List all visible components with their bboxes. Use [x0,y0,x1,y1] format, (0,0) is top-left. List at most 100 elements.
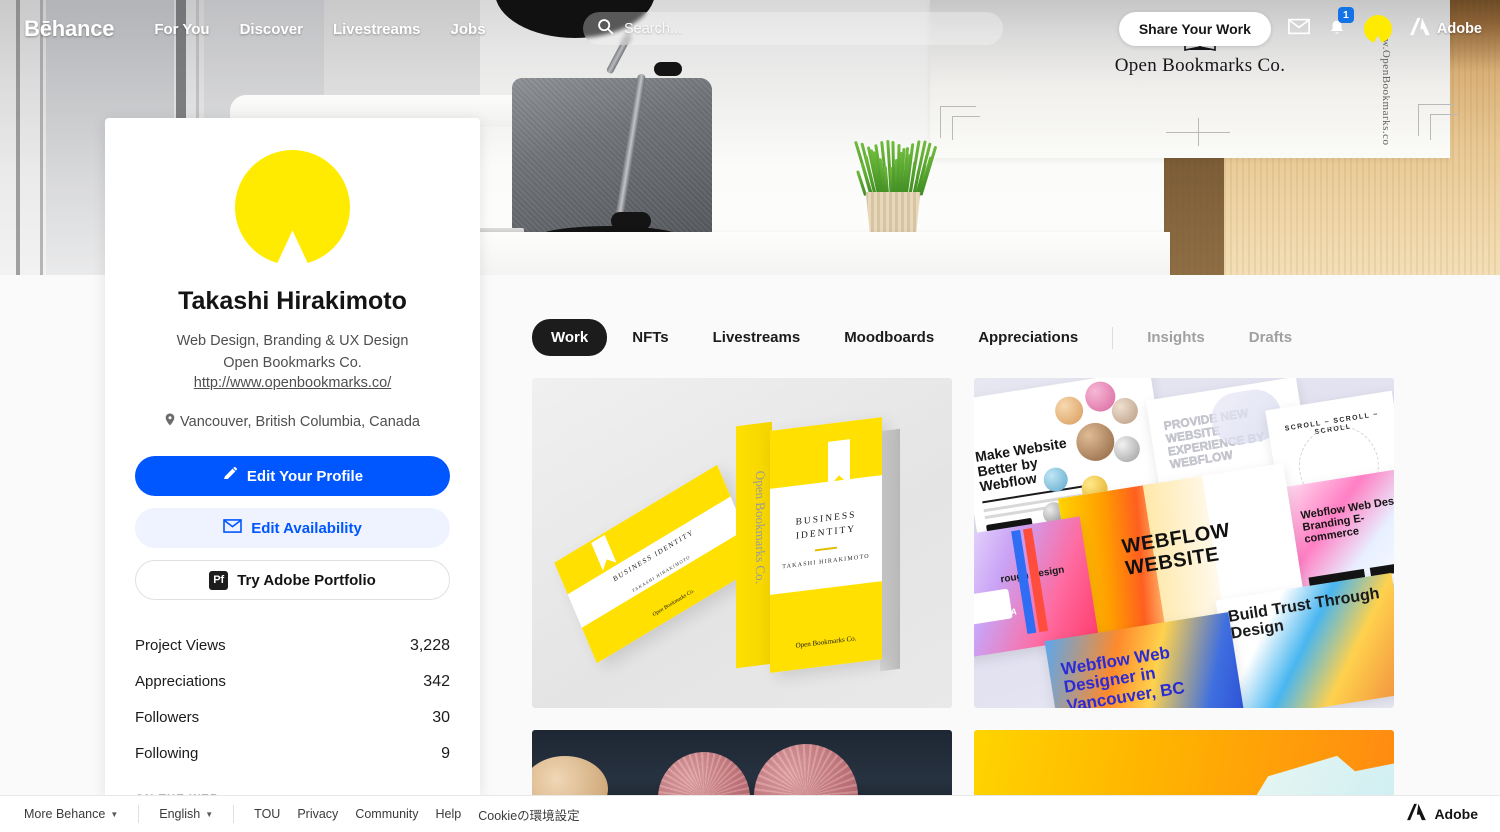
footer-language-selector[interactable]: English ▼ [159,807,213,821]
footer-link-privacy[interactable]: Privacy [297,807,338,821]
tab-work[interactable]: Work [532,319,608,356]
stat-value: 342 [423,673,450,690]
search-placeholder: Search... [624,20,683,37]
profile-action-buttons: Edit Your Profile Edit Availability Pf T… [105,456,480,600]
behance-logo[interactable]: Bēhance [24,16,115,42]
profile-company: Open Bookmarks Co. [223,355,362,371]
tab-moodboards[interactable]: Moodboards [825,319,953,356]
user-avatar[interactable] [1363,15,1392,43]
book-cover-author: TAKASHI HIRAKIMOTO [782,553,870,571]
notifications-button[interactable]: 1 [1327,6,1354,42]
adobe-footer-label: Adobe [1434,806,1478,822]
footer-divider [233,805,235,823]
pf-icon: Pf [209,570,229,590]
banner-acoustic-board [512,78,712,233]
edit-profile-label: Edit Your Profile [246,467,364,485]
banner-desk-surface [470,232,1170,275]
book-page-edge [880,428,900,672]
footer-link-tou[interactable]: TOU [254,807,280,821]
page-footer: More Behance ▼ English ▼ TOU Privacy Com… [0,795,1500,832]
collage-text-visa: VISA [995,606,1018,620]
nav-link-livestreams[interactable]: Livestreams [333,21,421,38]
edit-availability-label: Edit Availability [251,519,362,537]
profile-website-link[interactable]: http://www.openbookmarks.co/ [105,375,480,391]
banner-corner-mark [952,116,980,140]
try-portfolio-label: Try Adobe Portfolio [237,571,376,589]
tab-drafts[interactable]: Drafts [1230,319,1311,356]
tab-nfts[interactable]: NFTs [613,319,687,356]
nav-link-jobs[interactable]: Jobs [451,21,486,38]
project-card-business-identity[interactable]: BUSINESS IDENTITY TAKASHI HIRAKIMOTO Ope… [532,378,952,708]
banner-crosshair-mark [1166,118,1230,146]
language-label: English [159,807,201,821]
adobe-label: Adobe [1436,21,1482,37]
edit-your-profile-button[interactable]: Edit Your Profile [135,456,450,496]
stat-label: Appreciations [135,673,226,690]
book-lying-mockup: BUSINESS IDENTITY TAKASHI HIRAKIMOTO Ope… [554,464,760,664]
adobe-link[interactable]: Adobe [1409,17,1482,41]
chevron-down-icon: ▼ [205,809,214,819]
stat-value: 9 [441,745,450,762]
footer-more-behance[interactable]: More Behance ▼ [24,807,118,821]
profile-tabs: Work NFTs Livestreams Moodboards Appreci… [480,275,1500,356]
book-standing-mockup: BUSINESS IDENTITY TAKASHI HIRAKIMOTO Ope… [770,417,882,673]
book-ribbon-mark [828,439,850,488]
stat-label: Project Views [135,637,226,654]
profile-sidebar-card: Takashi Hirakimoto Web Design, Branding … [105,118,480,796]
footer-link-help[interactable]: Help [436,807,462,821]
profile-headline: Web Design, Branding & UX Design [176,333,409,349]
stat-row: Following 9 [135,736,450,772]
book-yellow-band [770,417,882,489]
footer-link-community[interactable]: Community [355,807,418,821]
adobe-logo-icon [1409,17,1431,41]
footer-links: TOU Privacy Community Help Cookieの環境設定 [254,805,580,824]
profile-stats: Project Views 3,228 Appreciations 342 Fo… [105,628,480,772]
project-card-webflow-website[interactable]: Make Website Better by Webflow PROVIDE N… [974,378,1394,708]
map-pin-icon [165,413,175,430]
envelope-icon [223,519,242,537]
footer-link-cookie-settings[interactable]: Cookieの環境設定 [478,805,579,824]
more-behance-label: More Behance [24,807,106,821]
stat-row: Followers 30 [135,700,450,736]
page-title: Takashi Hirakimoto [178,287,407,315]
pencil-icon [222,466,238,486]
tab-divider [1112,326,1114,349]
book-spine-text: Open Bookmarks Co. [753,469,768,585]
edit-availability-button[interactable]: Edit Availability [135,508,450,548]
nav-link-for-you[interactable]: For You [154,21,209,38]
book-cover-title: BUSINESS IDENTITY [795,510,857,542]
tab-appreciations[interactable]: Appreciations [959,319,1097,356]
stat-label: Followers [135,709,200,726]
book-divider-dash [815,546,837,551]
search-bar[interactable]: Search... [583,12,1003,45]
messages-button[interactable] [1287,18,1310,40]
try-adobe-portfolio-button[interactable]: Pf Try Adobe Portfolio [135,560,450,600]
main-content: Work NFTs Livestreams Moodboards Appreci… [480,275,1500,810]
banner-plant-leaves [854,138,937,197]
share-your-work-button[interactable]: Share Your Work [1118,12,1271,46]
footer-adobe-logo[interactable]: Adobe [1406,803,1478,826]
notification-badge: 1 [1337,6,1354,23]
banner-corner-mark [1430,114,1458,140]
collage-text-branding: Webflow Web Design Branding E-commerce [1299,492,1394,546]
profile-avatar[interactable] [235,150,350,265]
stat-row: Project Views 3,228 [135,628,450,664]
collage-text-make-website: Make Website Better by Webflow [974,434,1068,495]
collage-text-designer-vancouver: Webflow Web Designer in Vancouver, BC [1059,642,1186,708]
nav-link-discover[interactable]: Discover [240,21,303,38]
tab-insights[interactable]: Insights [1128,319,1224,356]
chevron-down-icon: ▼ [110,809,119,819]
profile-location-text: Vancouver, British Columbia, Canada [180,413,420,430]
stat-row: Appreciations 342 [135,664,450,700]
book-spine: Open Bookmarks Co. [736,421,772,669]
banner-lamp-joint [654,62,682,76]
adobe-logo-icon [1406,803,1427,826]
stat-value: 30 [432,709,450,726]
nav-right-cluster: Share Your Work 1 Adobe [1118,0,1482,58]
collage-text-rough-design: rough Design [999,564,1066,586]
profile-location: Vancouver, British Columbia, Canada [105,413,480,430]
stat-value: 3,228 [409,637,450,654]
footer-divider [138,805,140,823]
search-icon [597,18,614,40]
tab-livestreams[interactable]: Livestreams [694,319,820,356]
